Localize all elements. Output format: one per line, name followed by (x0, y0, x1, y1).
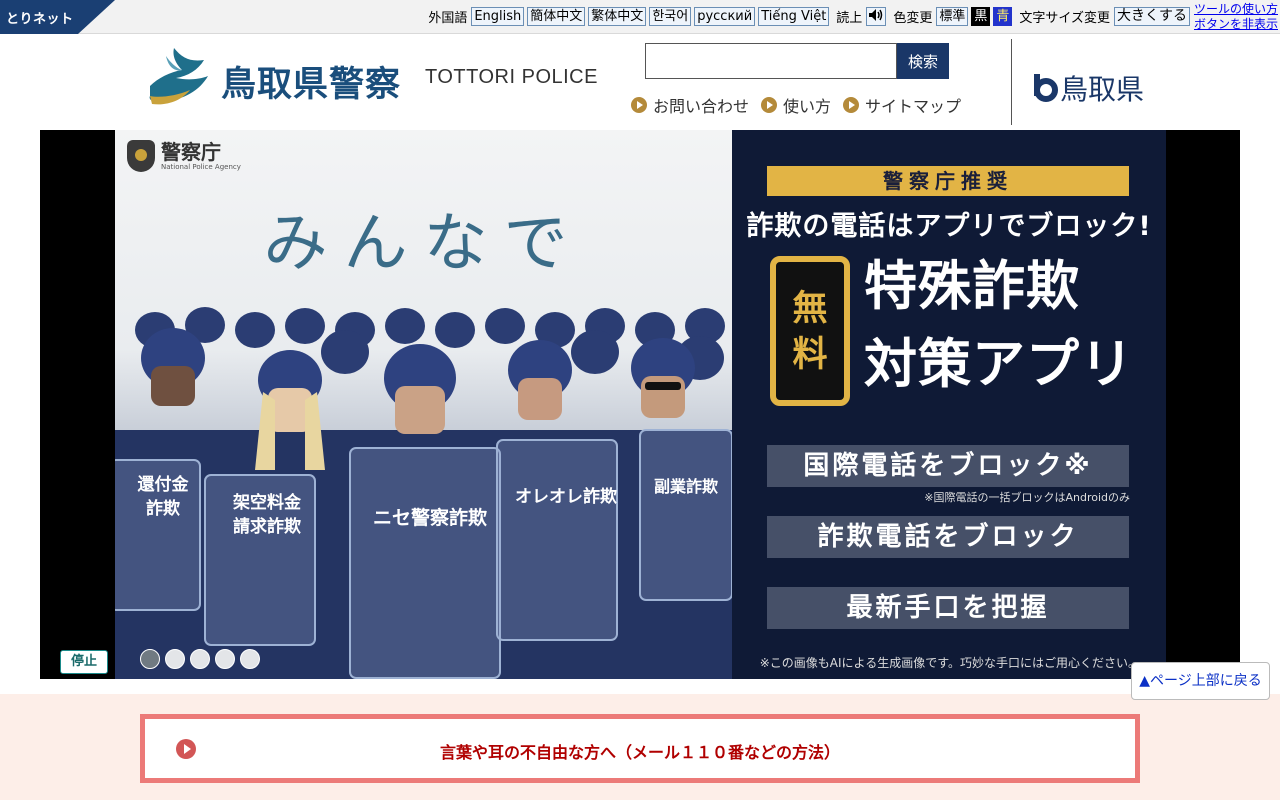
feature-latest-methods: 最新手口を把握 (767, 587, 1129, 629)
slide-dot-3[interactable] (190, 649, 210, 669)
lang-simplified-chinese-button[interactable]: 簡体中文 (527, 6, 586, 26)
lang-traditional-chinese-button[interactable]: 繁体中文 (588, 6, 647, 26)
nav-how-to-use-label: 使い方 (783, 97, 832, 116)
free-label: 無料 (792, 289, 828, 375)
arrow-circle-icon (631, 97, 647, 113)
slide-dot-4[interactable] (215, 649, 235, 669)
lang-korean-button[interactable]: 한국어 (649, 6, 692, 26)
notice-text: 言葉や耳の不自由な方へ（メール１１０番などの方法） (439, 743, 840, 762)
lang-english-button[interactable]: English (471, 6, 525, 26)
app-title-line1: 特殊詐欺 (864, 256, 1080, 317)
shield-label-2b: 請求詐欺 (233, 516, 301, 537)
nav-contact-label: お問い合わせ (653, 97, 750, 116)
ai-disclaimer: ※この画像もAIによる生成画像です。巧妙な手口にはご用心ください。 (759, 656, 1140, 670)
tool-help-link[interactable]: ツールの使い方 (1192, 2, 1278, 17)
read-aloud-label: 読上 (836, 10, 863, 26)
site-header: 鳥取県警察 TOTTORI POLICE 検索 お問い合わせ 使い方 サイトマッ… (0, 34, 1280, 130)
slide-dot-5[interactable] (240, 649, 260, 669)
shield-label-3: ニセ警察詐欺 (373, 506, 487, 529)
arrow-circle-icon (761, 97, 778, 113)
feature-fraud-call-block: 詐欺電話をブロック (767, 516, 1129, 558)
tool-help-links: ツールの使い方 ボタンを非表示 (1192, 2, 1278, 32)
riot-police-illustration: 還付金 詐欺 架空料金 請求詐欺 ニセ警察詐欺 オレオレ詐欺 副業詐欺 (115, 307, 732, 679)
tool-buttons: 外国語 English 簡体中文 繁体中文 한국어 русский Tiếng … (424, 5, 1190, 27)
slide-image-right: 警察庁推奨 詐欺の電話はアプリでブロック! 無料 特殊詐欺 対策アプリ 国際電話… (732, 130, 1166, 679)
feature-note: ※国際電話の一括ブロックはAndroidのみ (924, 491, 1130, 504)
slide-dot-1[interactable] (140, 649, 160, 669)
accessibility-notice-link[interactable]: 言葉や耳の不自由な方へ（メール１１０番などの方法） (140, 714, 1140, 783)
nav-how-to-use[interactable]: 使い方 (761, 93, 831, 117)
read-aloud-button[interactable] (866, 6, 887, 26)
pref-name: 鳥取県 (1060, 73, 1145, 106)
site-title-en: TOTTORI POLICE (425, 66, 598, 88)
tottori-prefecture-link[interactable]: 鳥取県 (1032, 68, 1144, 108)
color-standard-button[interactable]: 標準 (936, 6, 969, 26)
shield-label-1: 還付金 (138, 474, 190, 495)
nav-contact[interactable]: お問い合わせ (631, 93, 749, 117)
speaker-icon (869, 8, 883, 21)
hide-buttons-link[interactable]: ボタンを非表示 (1192, 17, 1278, 32)
shield-label-1b: 詐欺 (146, 498, 180, 519)
shield-label-4: オレオレ詐欺 (515, 486, 617, 507)
tottori-pref-emblem-icon (1034, 74, 1058, 102)
foreign-language-label: 外国語 (428, 10, 468, 26)
hero-slideshow[interactable]: 警察庁 National Police Agency みんなで 還付金 詐欺 架… (40, 130, 1240, 679)
slide-right-headline: 詐欺の電話はアプリでブロック! (746, 211, 1152, 242)
accessibility-toolbar: とりネット 外国語 English 簡体中文 繁体中文 한국어 русский … (0, 0, 1280, 34)
header-divider (1011, 39, 1012, 125)
shield-label-2: 架空料金 (233, 492, 302, 513)
torinet-label: とりネット (6, 12, 74, 27)
nav-sitemap-label: サイトマップ (865, 97, 962, 116)
header-nav: お問い合わせ 使い方 サイトマップ (631, 93, 961, 117)
color-change-label: 色変更 (893, 10, 933, 26)
feature-international-block: 国際電話をブロック※ (767, 445, 1129, 487)
back-to-top-button[interactable]: ▲ページ上部に戻る (1131, 662, 1270, 700)
app-title: 特殊詐欺 対策アプリ (864, 248, 1134, 404)
slideshow-stop-button[interactable]: 停止 (60, 650, 108, 674)
site-title-jp[interactable]: 鳥取県警察 (221, 56, 401, 107)
color-black-button[interactable]: 黒 (971, 6, 991, 26)
nav-sitemap[interactable]: サイトマップ (843, 93, 961, 117)
slide-dot-2[interactable] (165, 649, 185, 669)
arrow-circle-icon (843, 97, 860, 113)
search-input[interactable] (645, 43, 897, 79)
torinet-link[interactable]: とりネット (0, 0, 115, 34)
color-blue-button[interactable]: 青 (993, 6, 1013, 26)
recommend-banner: 警察庁推奨 (767, 166, 1129, 196)
slide-indicators (140, 649, 260, 669)
phone-icon: 無料 (770, 256, 850, 406)
font-bigger-button[interactable]: 大きくする (1114, 6, 1190, 26)
app-title-line2: 対策アプリ (864, 334, 1134, 395)
police-bird-logo-icon[interactable] (146, 46, 212, 108)
search-button[interactable]: 検索 (897, 43, 949, 79)
shield-label-5: 副業詐欺 (654, 477, 718, 496)
slide-image-left: 警察庁 National Police Agency みんなで 還付金 詐欺 架… (115, 130, 732, 679)
font-size-label: 文字サイズ変更 (1019, 10, 1110, 26)
lang-russian-button[interactable]: русский (694, 6, 756, 26)
lang-vietnamese-button[interactable]: Tiếng Việt (758, 6, 830, 26)
